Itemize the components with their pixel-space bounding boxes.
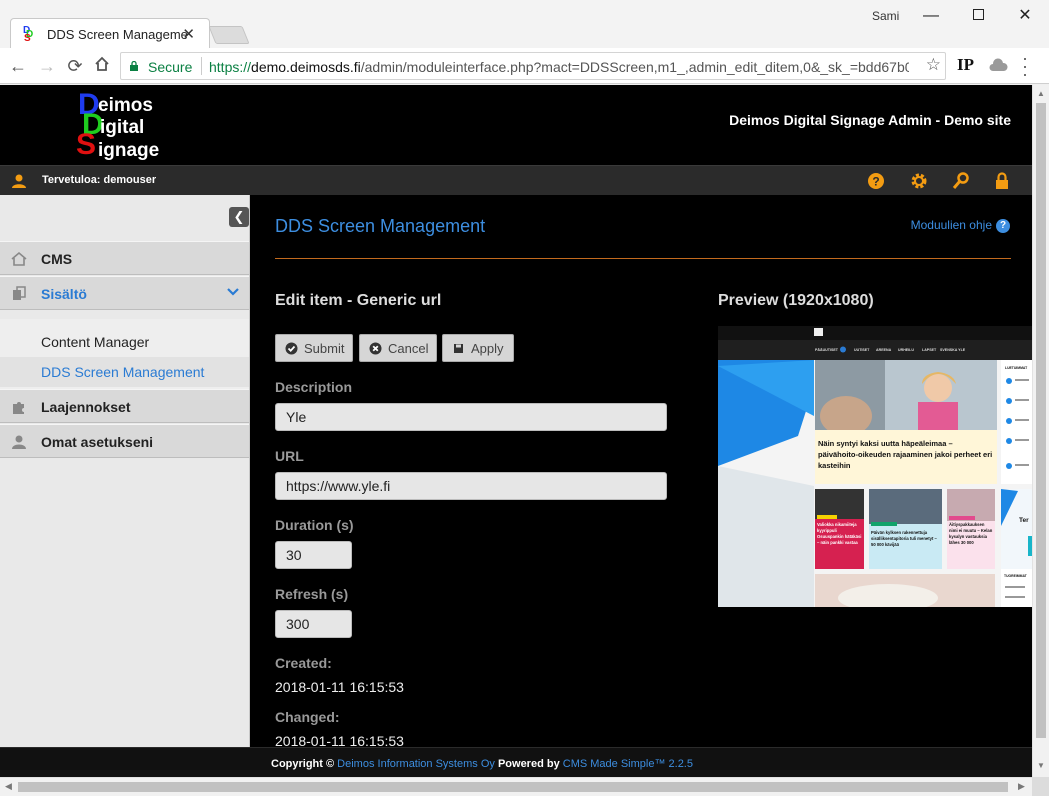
- duration-label: Duration (s): [275, 517, 354, 533]
- sidebar-item-laajennokset[interactable]: Laajennokset: [0, 389, 249, 423]
- cancel-button[interactable]: Cancel: [359, 334, 437, 362]
- window-close-icon[interactable]: ✕: [1005, 4, 1045, 28]
- svg-text:AREENA: AREENA: [876, 348, 892, 352]
- module-help-link[interactable]: Moduulien ohje: [911, 218, 992, 232]
- created-value: 2018-01-11 16:15:53: [275, 679, 404, 695]
- bookmark-star-icon[interactable]: ☆: [926, 55, 941, 75]
- secure-label: Secure: [148, 59, 193, 75]
- scroll-left-icon[interactable]: ◀: [5, 781, 12, 792]
- sidebar-subitem-dds-screen-management[interactable]: DDS Screen Management: [0, 357, 249, 387]
- edit-heading: Edit item - Generic url: [275, 292, 442, 309]
- svg-text:TUOREIMMAT: TUOREIMMAT: [1004, 574, 1028, 578]
- svg-text:LUETUIMMAT: LUETUIMMAT: [1005, 366, 1028, 370]
- profile-name[interactable]: Sami: [872, 9, 899, 23]
- sidebar-subitem-content-manager[interactable]: Content Manager: [0, 327, 249, 357]
- preview-screenshot: PÄÄUUTISET UUTISET AREENA URHEILU LAPSET…: [718, 326, 1032, 607]
- back-icon[interactable]: ←: [6, 54, 30, 78]
- vertical-scrollbar[interactable]: ▲ ▼: [1032, 85, 1049, 777]
- site-header: D D S eimos igital ignage Deimos Digital…: [0, 85, 1032, 165]
- browser-tab[interactable]: DDS DDS Screen Managemen ✕: [10, 18, 210, 48]
- sidebar-item-sisalto[interactable]: Sisältö: [0, 276, 249, 310]
- minimize-icon[interactable]: —: [911, 4, 951, 28]
- help-icon[interactable]: ?: [866, 171, 886, 191]
- footer-text: Copyright © Deimos Information Systems O…: [271, 758, 693, 770]
- browser-window: DDS DDS Screen Managemen ✕ Sami — ✕ ← → …: [0, 0, 1049, 796]
- horizontal-scrollbar[interactable]: ◀ ▶: [0, 777, 1032, 796]
- address-bar[interactable]: Secure https://demo.deimosds.fi/admin/mo…: [120, 52, 946, 80]
- svg-text:LAPSET: LAPSET: [922, 348, 937, 352]
- dds-logo[interactable]: D D S eimos igital ignage: [76, 90, 196, 162]
- description-input[interactable]: Yle: [275, 403, 667, 431]
- url-input[interactable]: https://www.yle.fi: [275, 472, 667, 500]
- url-label: URL: [275, 448, 304, 464]
- svg-text:PÄÄUUTISET: PÄÄUUTISET: [815, 348, 839, 352]
- maximize-icon[interactable]: [958, 4, 998, 28]
- preview-frame: PÄÄUUTISET UUTISET AREENA URHEILU LAPSET…: [718, 326, 1032, 607]
- content-icon: [13, 286, 26, 300]
- cloud-extension-icon[interactable]: [988, 58, 1008, 72]
- scroll-right-icon[interactable]: ▶: [1018, 781, 1025, 792]
- reload-icon[interactable]: ⟳: [63, 54, 87, 78]
- divider: [275, 258, 1011, 259]
- lock-icon: [130, 61, 138, 71]
- changed-label: Changed:: [275, 709, 340, 725]
- user-bar: Tervetuloa: demouser ?: [0, 165, 1032, 195]
- preview-heading: Preview (1920x1080): [718, 292, 874, 309]
- title-bar: DDS DDS Screen Managemen ✕ Sami — ✕: [0, 0, 1049, 48]
- search-icon[interactable]: [951, 171, 971, 191]
- browser-menu-icon[interactable]: · · ·: [1022, 49, 1032, 83]
- scroll-down-icon[interactable]: ▼: [1037, 761, 1045, 770]
- home-icon: [11, 251, 27, 266]
- browser-toolbar: ← → ⟳ Secure https://demo.deimosds.fi/ad…: [0, 48, 1049, 84]
- user-icon: [12, 435, 26, 449]
- preview-headline: Näin syntyi kaksi uutta häpeäleimaa – pä…: [818, 439, 993, 470]
- company-link[interactable]: Deimos Information Systems Oy: [337, 758, 495, 770]
- main-content: DDS Screen Management Moduulien ohje ? E…: [251, 195, 1032, 749]
- sidebar-item-omat-asetukseni[interactable]: Omat asetukseni: [0, 424, 249, 458]
- cancel-circle-icon: [369, 342, 382, 355]
- sidebar-subnav: Content Manager DDS Screen Management: [0, 319, 249, 391]
- site-footer: Copyright © Deimos Information Systems O…: [0, 747, 1032, 777]
- svg-text:URHEILU: URHEILU: [898, 348, 914, 352]
- svg-text:?: ?: [872, 175, 879, 189]
- description-label: Description: [275, 379, 353, 395]
- welcome-text: Tervetuloa: demouser: [42, 174, 157, 186]
- dds-favicon-icon: DDS: [23, 25, 34, 44]
- apply-button[interactable]: Apply: [442, 334, 514, 362]
- tab-close-icon[interactable]: ✕: [182, 25, 195, 43]
- settings-gear-icon[interactable]: [909, 171, 929, 191]
- site-title: Deimos Digital Signage Admin - Demo site: [729, 112, 1011, 128]
- ip-extension-icon[interactable]: IP: [957, 55, 974, 75]
- collapse-sidebar-icon[interactable]: ❮: [229, 207, 249, 227]
- page-title: DDS Screen Management: [275, 216, 486, 236]
- submit-button[interactable]: Submit: [275, 334, 353, 362]
- tab-title: DDS Screen Managemen: [47, 27, 187, 42]
- refresh-input[interactable]: 300: [275, 610, 352, 638]
- user-icon: [12, 174, 26, 188]
- home-icon[interactable]: [90, 54, 114, 78]
- sidebar-item-cms[interactable]: CMS: [0, 241, 249, 275]
- scroll-up-icon[interactable]: ▲: [1037, 89, 1045, 98]
- puzzle-icon: [13, 402, 24, 414]
- refresh-label: Refresh (s): [275, 586, 349, 602]
- check-circle-icon: [285, 342, 298, 355]
- help-circle-icon[interactable]: ?: [996, 219, 1010, 233]
- chevron-down-icon: [227, 288, 239, 296]
- save-disk-icon: [454, 344, 463, 353]
- created-label: Created:: [275, 655, 332, 671]
- svg-text:SVENSKA YLE: SVENSKA YLE: [940, 348, 966, 352]
- vertical-scroll-thumb[interactable]: [1036, 103, 1046, 738]
- lock-logout-icon[interactable]: [992, 171, 1012, 191]
- svg-text:UUTISET: UUTISET: [854, 348, 870, 352]
- svg-text:Ter: Ter: [1019, 517, 1029, 524]
- forward-icon[interactable]: →: [35, 54, 59, 78]
- duration-input[interactable]: 30: [275, 541, 352, 569]
- cms-link[interactable]: CMS Made Simple™ 2.2.5: [563, 758, 693, 770]
- new-tab-button[interactable]: [208, 26, 250, 44]
- page-viewport: D D S eimos igital ignage Deimos Digital…: [0, 85, 1032, 777]
- url-text: https://demo.deimosds.fi/admin/moduleint…: [209, 59, 909, 75]
- horizontal-scroll-thumb[interactable]: [18, 782, 1008, 792]
- sidebar: ❮ CMS Sisältö Content Manager DDS Screen…: [0, 195, 250, 747]
